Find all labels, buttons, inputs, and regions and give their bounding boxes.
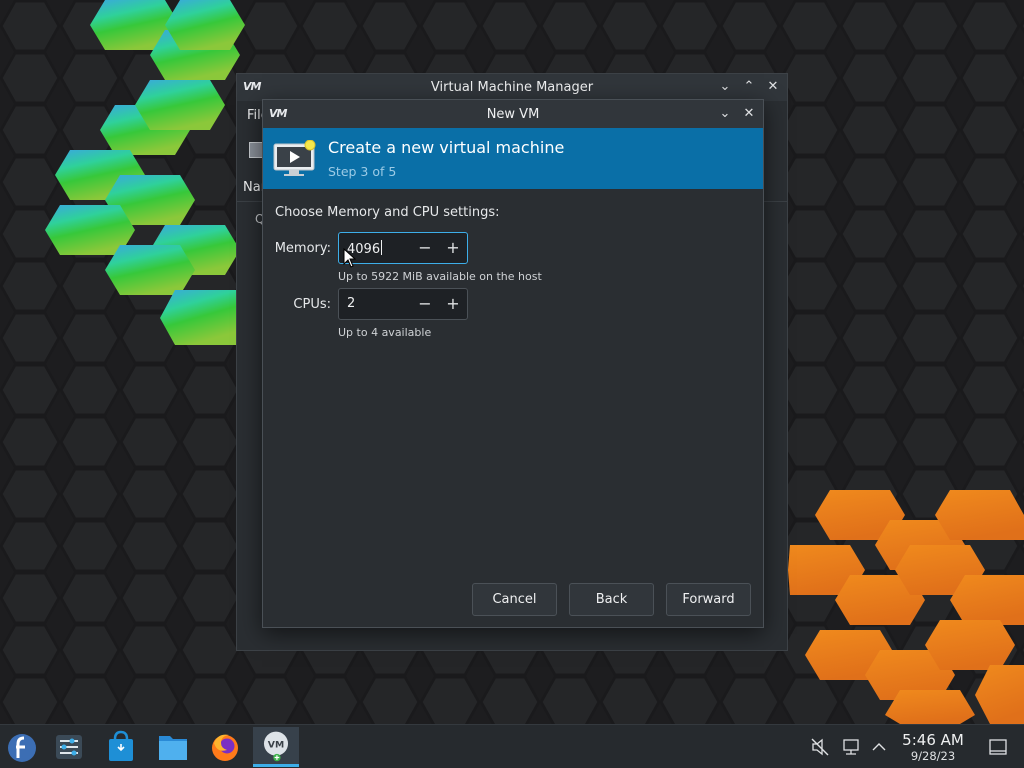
manager-titlebar[interactable]: VM Virtual Machine Manager ⌄ ⌃ ✕ [237,74,787,101]
cpus-label: CPUs: [293,297,331,312]
virt-manager-icon: VM [263,731,289,762]
clock-time[interactable]: 5:46 AM [900,731,966,749]
dialog-title: New VM [486,107,540,122]
maximize-icon[interactable]: ⌃ [741,78,757,96]
svg-text:VM: VM [268,739,284,750]
close-icon[interactable]: ✕ [741,105,757,123]
cpus-decrement-button[interactable]: − [414,293,436,315]
close-icon[interactable]: ✕ [765,78,781,96]
new-vm-dialog: VM New VM ⌄ ✕ Create a new virtual machi… [262,99,764,628]
show-desktop-icon[interactable] [988,737,1008,757]
minimize-icon[interactable]: ⌄ [717,105,733,123]
memory-hint: Up to 5922 MiB available on the host [338,270,542,283]
volume-muted-icon[interactable] [810,737,830,757]
wizard-header: Create a new virtual machine Step 3 of 5 [263,128,763,189]
minimize-icon[interactable]: ⌄ [717,78,733,96]
cpus-value[interactable]: 2 [347,296,355,311]
firefox-icon[interactable] [202,727,248,767]
window-controls: ⌄ ⌃ ✕ [717,78,781,96]
memory-spinbox[interactable]: 4096 − + [338,232,468,264]
clock-date[interactable]: 9/28/23 [900,749,966,763]
settings-prompt: Choose Memory and CPU settings: [275,205,500,220]
fedora-launcher-icon[interactable] [0,727,46,767]
system-settings-icon[interactable] [46,727,92,767]
cpus-hint: Up to 4 available [338,326,432,339]
cancel-button[interactable]: Cancel [472,583,557,616]
window-title: Virtual Machine Manager [430,80,594,95]
back-button[interactable]: Back [569,583,654,616]
text-caret [381,240,383,255]
dialog-titlebar[interactable]: VM New VM ⌄ ✕ [263,100,763,128]
cpus-increment-button[interactable]: + [442,293,464,315]
wizard-step: Step 3 of 5 [328,164,397,179]
taskbar-virt-manager-button[interactable]: VM [253,727,299,767]
chevron-up-icon[interactable] [870,737,888,757]
memory-increment-button[interactable]: + [442,237,464,259]
dialog-controls: ⌄ ✕ [717,105,757,123]
monitor-play-icon [273,140,316,176]
file-manager-icon[interactable] [150,727,196,767]
mouse-cursor-icon [343,248,357,268]
software-store-icon[interactable] [98,727,144,767]
network-wired-icon[interactable] [841,737,861,757]
memory-label: Memory: [274,241,331,256]
taskbar: VM 5:46 AM 9/28/23 [0,724,1024,768]
cpus-spinbox[interactable]: 2 − + [338,288,468,320]
memory-decrement-button[interactable]: − [414,237,436,259]
wizard-title: Create a new virtual machine [328,138,565,157]
forward-button[interactable]: Forward [666,583,751,616]
